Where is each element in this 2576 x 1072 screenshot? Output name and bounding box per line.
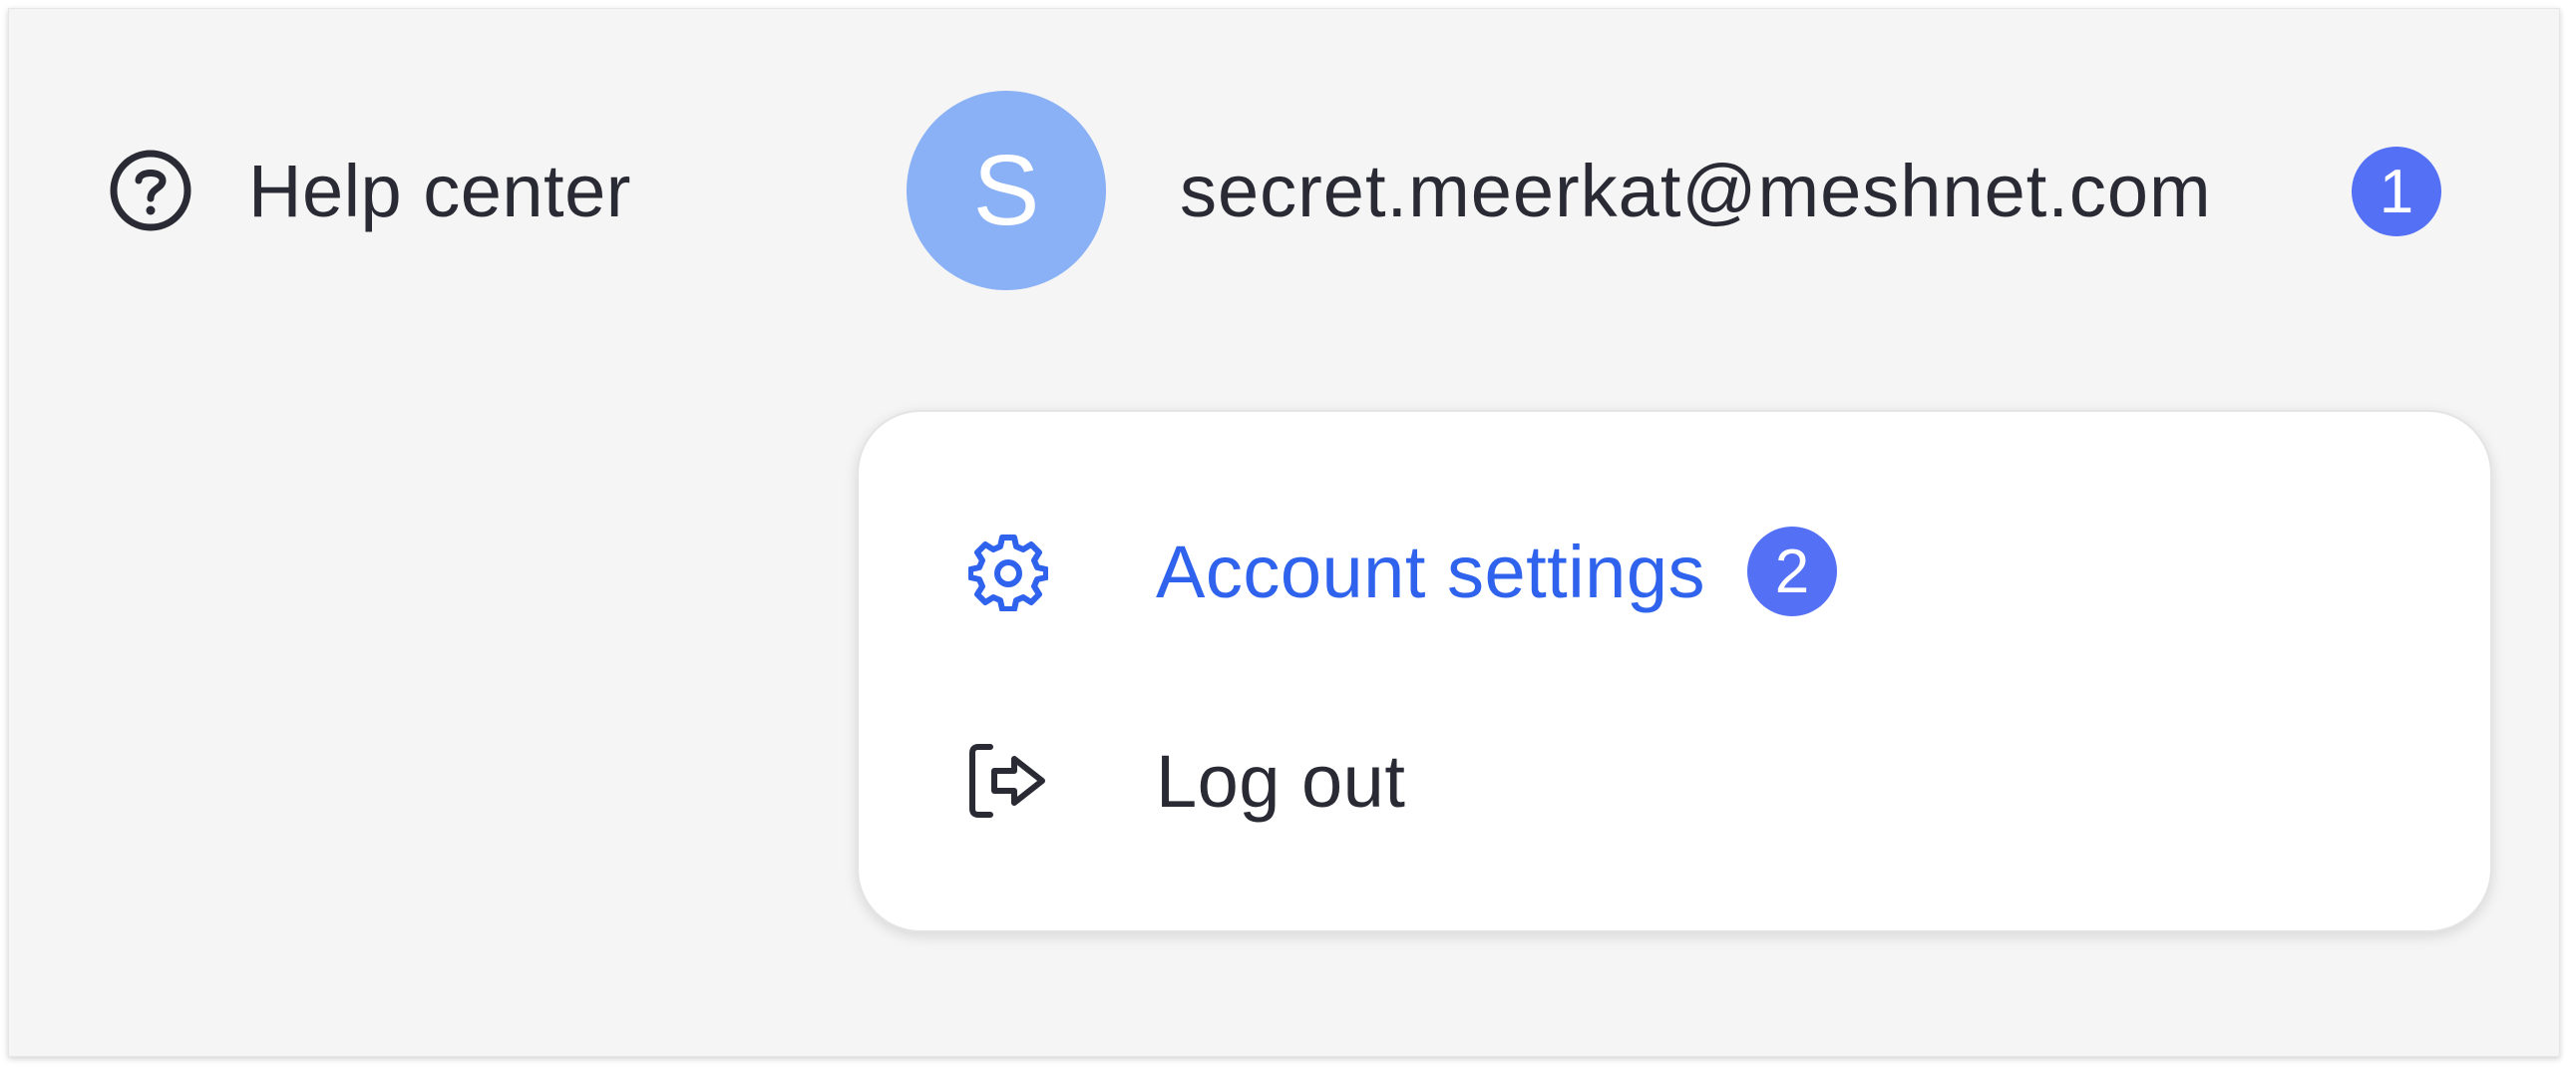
help-center-label: Help center: [248, 149, 631, 232]
question-circle-icon: [109, 149, 192, 232]
screenshot-canvas: Help center S secret.meerkat@meshnet.com…: [0, 0, 2576, 1072]
account-email: secret.meerkat@meshnet.com: [1180, 149, 2212, 232]
logout-icon: [968, 741, 1048, 821]
step-badge-2: 2: [1746, 527, 1837, 616]
account-settings-label: Account settings: [1156, 530, 1705, 613]
log-out-label: Log out: [1156, 739, 1406, 823]
avatar: S: [907, 91, 1106, 290]
menu-item-account-settings[interactable]: Account settings 2: [968, 522, 1837, 621]
step-badge-1: 1: [2352, 147, 2441, 236]
account-dropdown-menu: Account settings 2 Log out: [857, 410, 2492, 932]
account-menu-trigger[interactable]: S secret.meerkat@meshnet.com: [907, 91, 2212, 290]
header-panel: Help center S secret.meerkat@meshnet.com…: [8, 8, 2560, 1057]
help-center-link[interactable]: Help center: [109, 149, 631, 232]
gear-icon: [968, 532, 1048, 611]
menu-item-log-out[interactable]: Log out: [968, 731, 1405, 831]
